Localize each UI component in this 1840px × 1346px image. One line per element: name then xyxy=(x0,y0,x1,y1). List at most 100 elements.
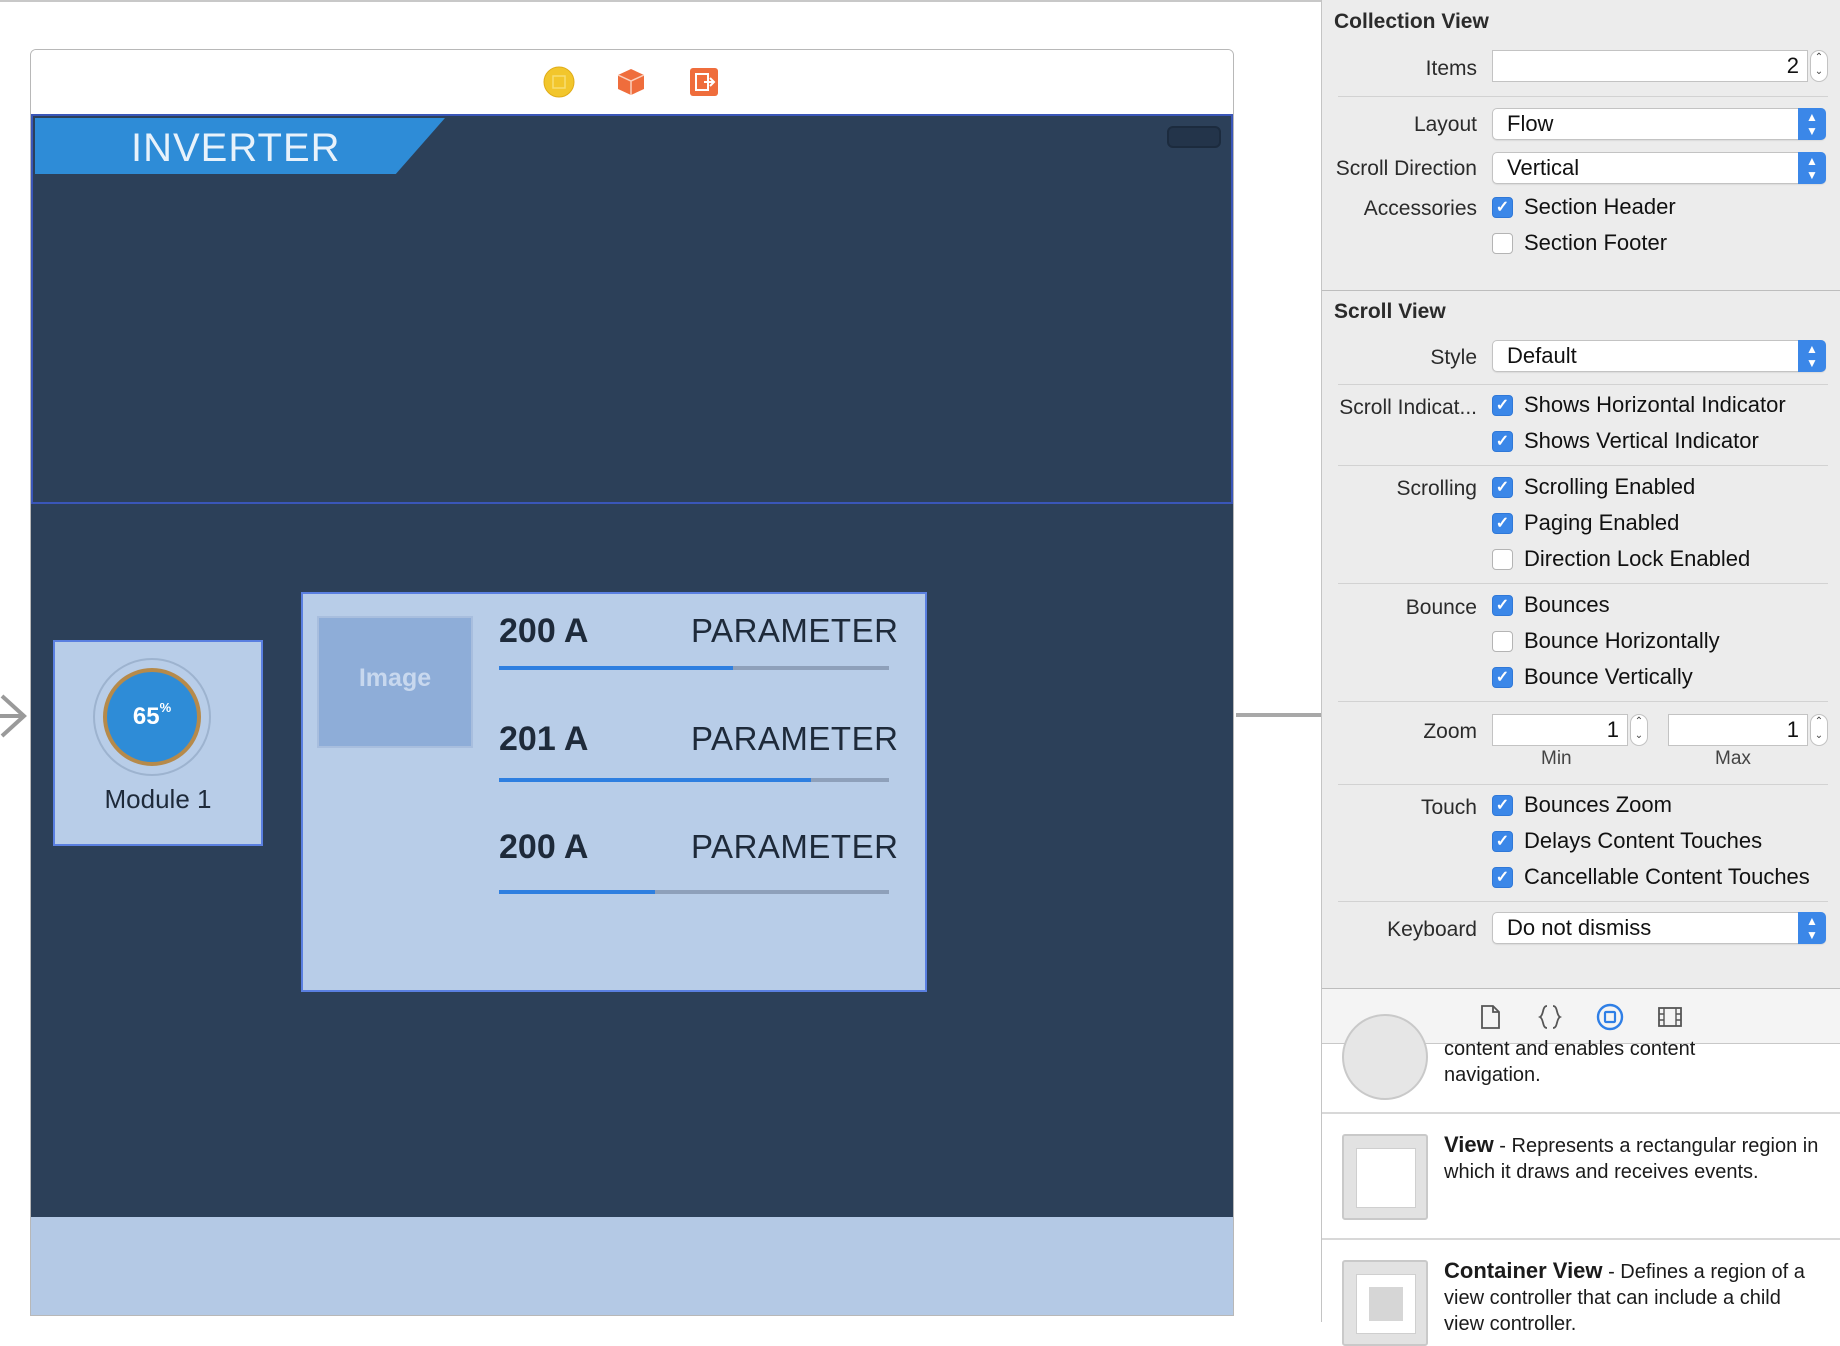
checkbox-label: Cancellable Content Touches xyxy=(1524,864,1810,889)
checkbox-box[interactable] xyxy=(1492,233,1513,254)
library-item-name: Container View xyxy=(1444,1258,1603,1283)
scroll-view-section-title: Scroll View xyxy=(1334,300,1446,323)
section-separator xyxy=(1322,290,1840,291)
collection-header-region[interactable]: INVERTER xyxy=(31,114,1233,504)
exit-icon[interactable] xyxy=(688,66,720,98)
separator xyxy=(1338,465,1828,466)
scroll-direction-value: Vertical xyxy=(1507,155,1580,180)
checkbox-label: Bounce Horizontally xyxy=(1524,628,1720,653)
container-thumbnail-inner xyxy=(1369,1287,1403,1321)
library-item-scroll-view[interactable]: content and enables content navigation. xyxy=(1322,1014,1840,1114)
checkbox-box[interactable]: ✓ xyxy=(1492,667,1513,688)
media-icon[interactable] xyxy=(1656,1003,1684,1031)
image-placeholder-label: Image xyxy=(358,664,432,692)
checkbox-label: Bounces xyxy=(1524,592,1610,617)
segue-arrow-icon xyxy=(0,694,27,738)
layout-popup[interactable]: Flow ▲ ▼ xyxy=(1492,108,1826,140)
compass-icon xyxy=(1342,1014,1428,1100)
library-item-desc: - Represents a rectangular region in whi… xyxy=(1444,1135,1819,1183)
checkbox-box[interactable]: ✓ xyxy=(1492,831,1513,852)
parameter-progress-fill xyxy=(499,778,811,782)
library-item-name: View xyxy=(1444,1132,1494,1157)
parameter-progress-track xyxy=(499,778,889,782)
object-icon[interactable] xyxy=(1596,1003,1624,1031)
checkbox-label: Bounce Vertically xyxy=(1524,664,1693,689)
attributes-inspector: Collection View Items 2 ⌃ ⌄ Layout Flow ▲… xyxy=(1321,0,1840,1346)
library-item-view[interactable]: View - Represents a rectangular region i… xyxy=(1322,1114,1840,1240)
gauge-percent: 65% xyxy=(103,668,201,766)
zoom-max-field[interactable]: 1 xyxy=(1668,714,1808,746)
items-label: Items xyxy=(1425,57,1477,80)
style-value: Default xyxy=(1507,343,1577,368)
checkbox-label: Section Footer xyxy=(1524,230,1668,255)
checkbox-label: Scrolling Enabled xyxy=(1524,474,1696,499)
layout-value: Flow xyxy=(1507,111,1554,136)
zoom-max-stepper[interactable]: ⌃ ⌄ xyxy=(1810,714,1828,746)
first-responder-icon[interactable] xyxy=(615,66,647,98)
items-stepper[interactable]: ⌃ ⌄ xyxy=(1810,50,1828,82)
checkbox-label: Direction Lock Enabled xyxy=(1524,546,1751,571)
object-library[interactable]: content and enables content navigation. … xyxy=(1322,1014,1840,1346)
view-controller-scene[interactable]: INVERTER 65% Module 1 Image 200 A PARAME… xyxy=(30,49,1234,1316)
library-item-description: content and enables content navigation. xyxy=(1444,1036,1824,1088)
library-item-desc-line1: content and enables content xyxy=(1444,1038,1696,1060)
library-item-container-view[interactable]: Container View - Defines a region of a v… xyxy=(1322,1240,1840,1346)
items-field[interactable]: 2 xyxy=(1492,50,1808,82)
keyboard-value: Do not dismiss xyxy=(1507,915,1652,940)
container-thumbnail-outer xyxy=(1356,1274,1416,1334)
scroll-direction-label: Scroll Direction xyxy=(1335,157,1477,180)
main-view[interactable]: INVERTER 65% Module 1 Image 200 A PARAME… xyxy=(31,114,1233,1217)
checkbox-label: Shows Horizontal Indicator xyxy=(1524,392,1786,417)
gauge-percent-value: 65 xyxy=(132,703,160,730)
view-controller-icon[interactable] xyxy=(543,66,575,98)
library-item-description: View - Represents a rectangular region i… xyxy=(1444,1132,1824,1185)
container-view-thumbnail-icon xyxy=(1342,1260,1428,1346)
segue-line xyxy=(1236,713,1322,717)
library-item-desc-line2: navigation. xyxy=(1444,1064,1541,1086)
collection-view-section-title: Collection View xyxy=(1334,10,1489,33)
parameter-name: PARAMETER xyxy=(691,828,899,865)
popup-arrows-icon: ▲ ▼ xyxy=(1798,152,1826,184)
separator xyxy=(1338,701,1828,702)
scroll-direction-popup[interactable]: Vertical ▲ ▼ xyxy=(1492,152,1826,184)
zoom-min-field[interactable]: 1 xyxy=(1492,714,1628,746)
file-icon[interactable] xyxy=(1476,1003,1504,1031)
checkbox-box[interactable] xyxy=(1492,631,1513,652)
battery-icon xyxy=(1167,126,1221,148)
popup-arrows-icon: ▲ ▼ xyxy=(1798,108,1826,140)
view-thumbnail-inner xyxy=(1356,1148,1416,1208)
separator xyxy=(1338,96,1828,97)
zoom-min-stepper[interactable]: ⌃ ⌄ xyxy=(1630,714,1648,746)
checkbox-box[interactable]: ✓ xyxy=(1492,431,1513,452)
keyboard-label: Keyboard xyxy=(1387,918,1477,941)
checkbox-box[interactable]: ✓ xyxy=(1492,867,1513,888)
checkbox-box[interactable]: ✓ xyxy=(1492,477,1513,498)
zoom-label: Zoom xyxy=(1423,720,1477,743)
checkbox-box[interactable]: ✓ xyxy=(1492,795,1513,816)
module-label: Module 1 xyxy=(104,784,212,814)
image-placeholder: Image xyxy=(317,616,473,748)
separator xyxy=(1338,784,1828,785)
parameter-name: PARAMETER xyxy=(691,720,899,757)
zoom-max-value: 1 xyxy=(1786,717,1799,742)
checkbox-box[interactable]: ✓ xyxy=(1492,595,1513,616)
parameter-progress-fill xyxy=(499,890,655,894)
storyboard-canvas[interactable]: INVERTER 65% Module 1 Image 200 A PARAME… xyxy=(0,0,1322,1322)
inverter-banner: INVERTER xyxy=(35,118,445,174)
braces-icon[interactable] xyxy=(1536,1003,1564,1031)
items-value: 2 xyxy=(1786,53,1799,78)
checkbox-box[interactable]: ✓ xyxy=(1492,197,1513,218)
module-cell[interactable]: 65% Module 1 xyxy=(53,640,263,846)
parameter-value: 201 A xyxy=(499,720,589,758)
keyboard-popup[interactable]: Do not dismiss ▲ ▼ xyxy=(1492,912,1826,944)
style-popup[interactable]: Default ▲ ▼ xyxy=(1492,340,1826,372)
parameter-progress-track xyxy=(499,890,889,894)
parameter-cell[interactable]: Image 200 A PARAMETER 201 A PARAMETER 20… xyxy=(301,592,927,992)
checkbox-box[interactable]: ✓ xyxy=(1492,395,1513,416)
checkbox-box[interactable] xyxy=(1492,549,1513,570)
checkbox-box[interactable]: ✓ xyxy=(1492,513,1513,534)
bottom-view[interactable] xyxy=(31,1217,1233,1315)
layout-label: Layout xyxy=(1413,113,1477,136)
parameter-value: 200 A xyxy=(499,828,589,866)
checkbox-label: Bounces Zoom xyxy=(1524,792,1672,817)
